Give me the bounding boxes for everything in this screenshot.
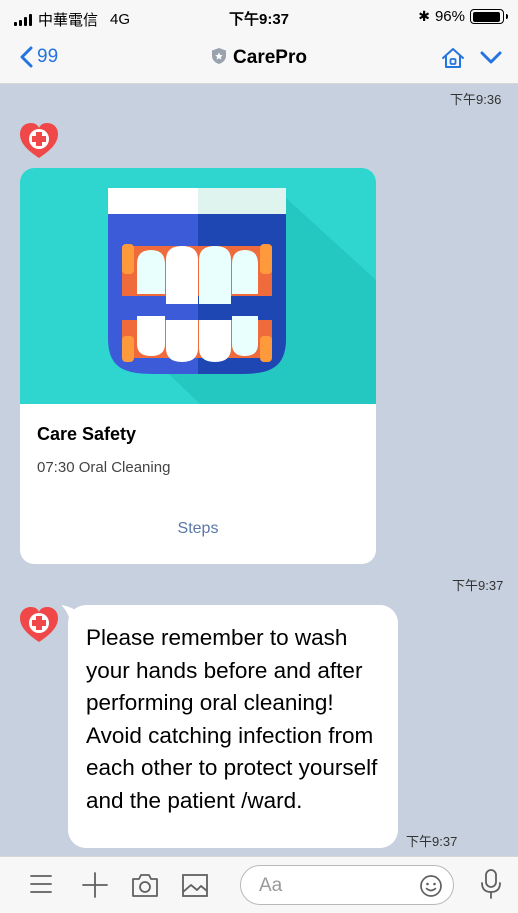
- microphone-icon[interactable]: [479, 868, 503, 900]
- camera-icon[interactable]: [130, 870, 160, 900]
- message-timestamp: 下午9:36: [450, 92, 502, 107]
- battery-percent: 96%: [434, 8, 465, 25]
- emoji-icon[interactable]: [419, 874, 443, 898]
- steps-button[interactable]: Steps: [20, 520, 376, 538]
- nav-actions: [440, 46, 502, 70]
- message-input-field[interactable]: [240, 865, 454, 905]
- message-timestamp: 下午9:37: [406, 834, 458, 849]
- bluetooth-icon: ✱: [418, 8, 430, 24]
- bot-avatar[interactable]: [19, 121, 59, 161]
- message-bubble[interactable]: Please remember to wash your hands befor…: [68, 605, 398, 848]
- message-timestamp: 下午9:37: [452, 578, 504, 593]
- shield-icon: [212, 48, 227, 64]
- input-bar: [0, 856, 518, 913]
- plus-icon[interactable]: [80, 870, 110, 900]
- message-text: Please remember to wash your hands befor…: [86, 625, 378, 813]
- card-title: Care Safety: [37, 424, 137, 444]
- image-icon[interactable]: [180, 870, 210, 900]
- chat-title-label: CarePro: [233, 47, 307, 68]
- card-subtitle: 07:30 Oral Cleaning: [37, 459, 171, 476]
- teeth-illustration: [20, 168, 376, 404]
- nav-bar: 99 CarePro: [0, 34, 518, 84]
- home-icon[interactable]: [440, 46, 466, 70]
- care-card[interactable]: Care Safety 07:30 Oral Cleaning Steps: [20, 168, 376, 564]
- menu-icon[interactable]: [28, 870, 54, 898]
- status-right: ✱ 96%: [418, 8, 508, 25]
- message-input[interactable]: [259, 873, 409, 899]
- battery-icon: [470, 9, 508, 24]
- status-bar: 中華電信 4G 下午9:37 ✱ 96%: [0, 0, 518, 34]
- chevron-down-icon[interactable]: [480, 51, 502, 65]
- bot-avatar[interactable]: [19, 605, 59, 645]
